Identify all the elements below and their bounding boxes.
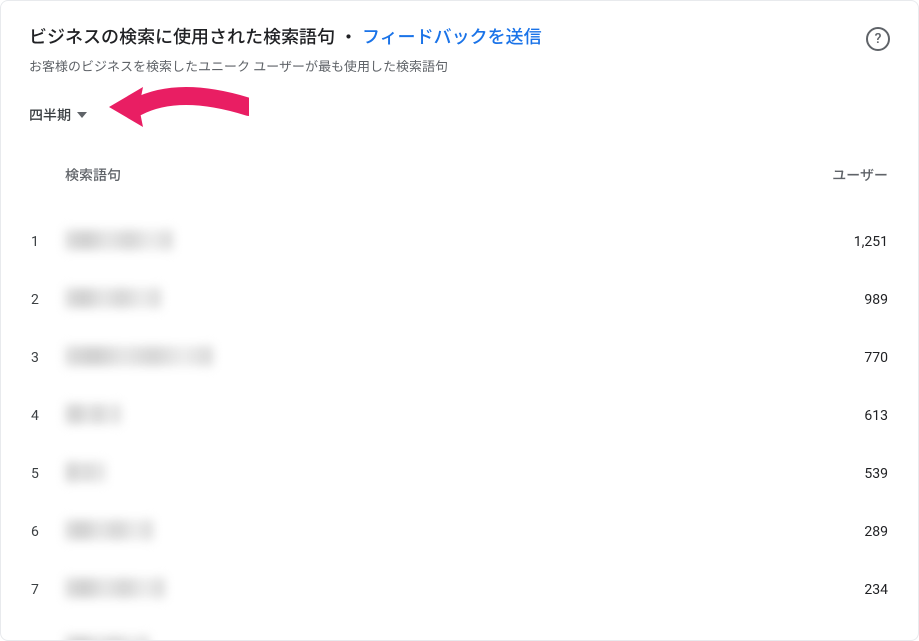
table-row: 4 613 [29, 387, 890, 445]
row-users: 1,251 [798, 234, 888, 250]
row-term [65, 230, 798, 254]
row-rank: 2 [31, 292, 65, 308]
card-subtitle: お客様のビジネスを検索したユニーク ユーザーが最も使用した検索語句 [29, 56, 866, 75]
table-row: 5 539 [29, 445, 890, 503]
redacted-term [65, 578, 165, 598]
row-users: 234 [798, 582, 888, 598]
row-term [65, 520, 798, 544]
title-separator: ・ [339, 27, 357, 48]
row-users: 613 [798, 408, 888, 424]
redacted-term [65, 462, 105, 482]
chevron-down-icon [77, 112, 87, 118]
table-row: 1 1,251 [29, 213, 890, 271]
row-rank: 5 [31, 466, 65, 482]
row-users: 989 [798, 292, 888, 308]
table-row: 8 186 [29, 619, 890, 641]
table-row: 7 234 [29, 561, 890, 619]
row-users: 770 [798, 350, 888, 366]
row-term [65, 462, 798, 486]
send-feedback-link[interactable]: フィードバックを送信 [362, 27, 542, 48]
col-term-header: 検索語句 [65, 165, 798, 185]
row-term [65, 636, 798, 641]
search-terms-card: ビジネスの検索に使用された検索語句 ・ フィードバックを送信 お客様のビジネスを… [0, 0, 919, 641]
title-wrap: ビジネスの検索に使用された検索語句 ・ フィードバックを送信 お客様のビジネスを… [29, 25, 866, 75]
row-rank: 4 [31, 408, 65, 424]
card-title: ビジネスの検索に使用された検索語句 ・ フィードバックを送信 [29, 25, 866, 50]
search-terms-table: 検索語句 ユーザー 1 1,251 2 989 3 770 4 613 5 53… [29, 165, 890, 641]
row-term [65, 578, 798, 602]
redacted-term [65, 520, 153, 540]
row-term [65, 404, 798, 428]
row-rank: 3 [31, 350, 65, 366]
card-header: ビジネスの検索に使用された検索語句 ・ フィードバックを送信 お客様のビジネスを… [29, 25, 890, 75]
redacted-term [65, 346, 213, 366]
redacted-term [65, 288, 161, 308]
annotation-arrow [109, 79, 249, 135]
row-rank: 1 [31, 234, 65, 250]
row-rank: 6 [31, 524, 65, 540]
period-label: 四半期 [29, 105, 71, 125]
help-icon[interactable]: ? [866, 27, 890, 51]
redacted-term [65, 404, 121, 424]
table-row: 3 770 [29, 329, 890, 387]
row-term [65, 288, 798, 312]
table-header: 検索語句 ユーザー [29, 165, 890, 185]
row-users: 539 [798, 466, 888, 482]
redacted-term [65, 230, 173, 250]
redacted-term [65, 636, 149, 641]
col-users-header: ユーザー [798, 165, 888, 185]
table-row: 6 289 [29, 503, 890, 561]
title-text: ビジネスの検索に使用された検索語句 [29, 27, 335, 48]
row-term [65, 346, 798, 370]
period-selector[interactable]: 四半期 [29, 105, 87, 125]
row-rank: 7 [31, 582, 65, 598]
row-users: 289 [798, 524, 888, 540]
table-row: 2 989 [29, 271, 890, 329]
